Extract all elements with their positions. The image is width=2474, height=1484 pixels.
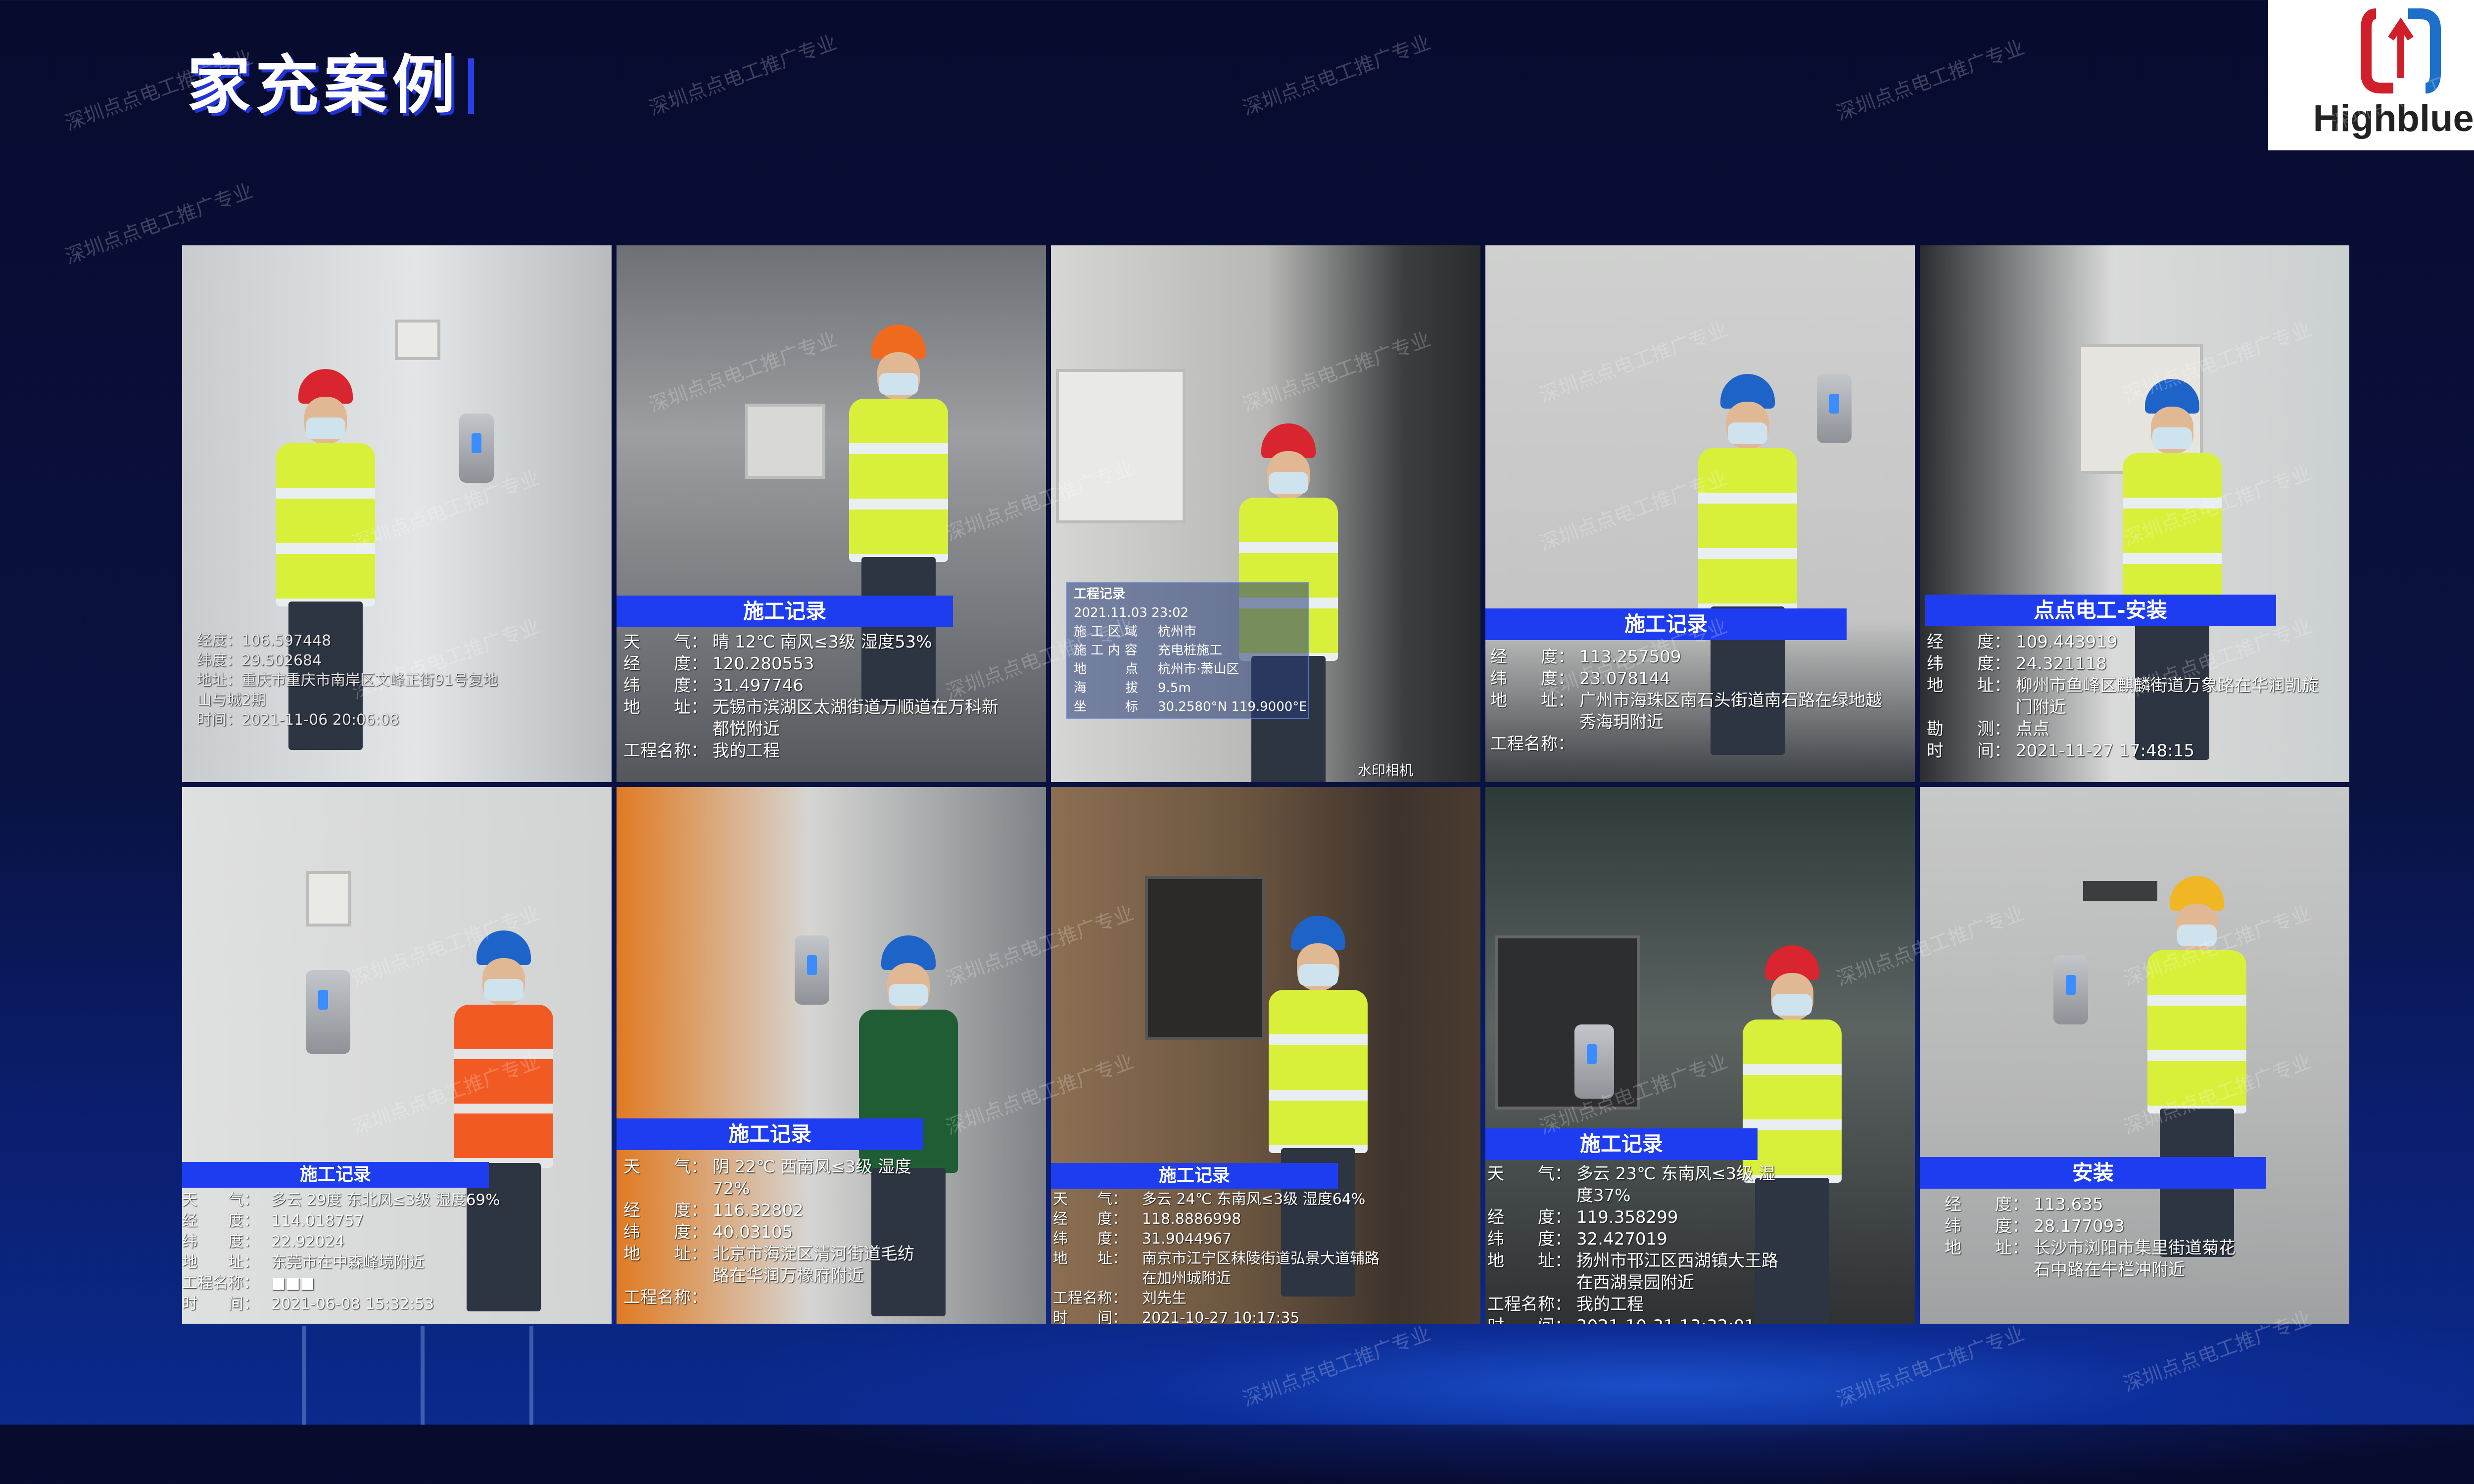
case-photo-5: 点点电工-安装 经 度： 109.443919 纬 度： 24.321118 地 址… bbox=[1920, 245, 2349, 782]
watermark-text: 深圳点点电工推广专业 bbox=[646, 31, 840, 120]
charger-icon bbox=[306, 970, 350, 1054]
charger-icon bbox=[459, 414, 494, 483]
charger-station bbox=[745, 404, 825, 479]
photo-info: 经 度： 113.635 纬 度： 28.177093 地 址： 长沙市浏阳市集里街道… bbox=[1945, 1195, 2236, 1280]
decor-line bbox=[421, 1326, 425, 1425]
case-photo-7: 施工记录 天 气：阴 22℃ 西南风≤3级 湿度72% 经 度： 116.3280… bbox=[617, 787, 1046, 1324]
record-banner: 施工记录 bbox=[617, 596, 953, 627]
photo-info: 天 气： 多云 29度 东北风≤3级 湿度69% 经 度： 114.018757 纬… bbox=[182, 1191, 500, 1313]
camera-label: 水印相机 bbox=[1358, 762, 1414, 779]
decor-line bbox=[302, 1326, 306, 1425]
charger-icon bbox=[1574, 1024, 1614, 1099]
breaker-box bbox=[395, 320, 440, 360]
breaker-box bbox=[306, 871, 351, 927]
page-title: 家充案例 bbox=[187, 48, 475, 122]
case-photo-3: 工程记录 2021.11.03 23:02 施 工 区 域杭州市 施 工 内 容… bbox=[1051, 245, 1480, 782]
photo-info: 天 气：晴 12℃ 南风≤3级 湿度53% 经 度： 120.280553 纬 度… bbox=[623, 632, 999, 761]
decor-line bbox=[529, 1326, 533, 1425]
charger-station bbox=[1495, 935, 1640, 1110]
case-photo-10: 安装 经 度： 113.635 纬 度： 28.177093 地 址： 长沙市浏阳市集… bbox=[1920, 787, 2349, 1324]
case-photo-9: 施工记录 天 气： 多云 23℃ 东南风≤3级 湿度37% 经 度： 119.358… bbox=[1485, 787, 1915, 1324]
record-banner: 施工记录 bbox=[182, 1162, 489, 1188]
watermark-text: 深圳点点电工推广专业 bbox=[1239, 31, 1434, 120]
charger-icon bbox=[1817, 374, 1852, 443]
case-photo-8: 施工记录 天 气： 多云 24℃ 东南风≤3级 湿度64% 经 度： 118.888… bbox=[1051, 787, 1480, 1324]
case-photo-6: 施工记录 天 气： 多云 29度 东北风≤3级 湿度69% 经 度： 114.018… bbox=[182, 787, 612, 1324]
record-banner: 施工记录 bbox=[617, 1118, 923, 1150]
logo-mark-icon bbox=[2361, 8, 2441, 93]
photo-info: 天 气： 多云 23℃ 东南风≤3级 湿度37% 经 度： 119.358299 纬… bbox=[1487, 1164, 1778, 1324]
photo-info: 经 度： 109.443919 纬 度： 24.321118 地 址： 柳州市鱼峰区麒… bbox=[1927, 632, 2319, 761]
case-photo-2: 施工记录 天 气：晴 12℃ 南风≤3级 湿度53% 经 度： 120.28055… bbox=[617, 245, 1046, 782]
logo-text: Highbluer bbox=[2313, 97, 2474, 139]
record-banner: 点点电工-安装 bbox=[1925, 595, 2276, 626]
distribution-box bbox=[1056, 369, 1186, 523]
watermark-camera-card: 工程记录 2021.11.03 23:02 施 工 区 域杭州市 施 工 内 容… bbox=[1066, 582, 1309, 719]
watermark-text: 深圳点点电工推广专业 bbox=[1833, 36, 2028, 125]
charger-icon bbox=[795, 935, 829, 1005]
photo-info: 天 气： 多云 24℃ 东南风≤3级 湿度64% 经 度： 118.8886998 … bbox=[1053, 1191, 1380, 1324]
case-photo-1: 经度：106.597448 纬度：29.502684 地址：重庆市重庆市南岸区文… bbox=[182, 245, 612, 782]
record-banner: 施工记录 bbox=[1051, 1163, 1338, 1189]
brand-logo: Highbluer bbox=[2268, 0, 2474, 150]
record-banner: 施工记录 bbox=[1485, 608, 1847, 640]
record-banner: 施工记录 bbox=[1485, 1128, 1758, 1160]
case-photo-grid: 经度：106.597448 纬度：29.502684 地址：重庆市重庆市南岸区文… bbox=[182, 245, 2349, 1324]
record-banner: 安装 bbox=[1920, 1157, 2266, 1189]
photo-info: 天 气：阴 22℃ 西南风≤3级 湿度72% 经 度： 116.32802 纬 度… bbox=[623, 1157, 914, 1307]
photo-info: 经度：106.597448 纬度：29.502684 地址：重庆市重庆市南岸区文… bbox=[197, 632, 498, 729]
photo-info: 经 度： 113.257509 纬 度： 23.078144 地 址： 广州市海珠区南… bbox=[1490, 647, 1882, 754]
case-photo-4: 施工记录 经 度： 113.257509 纬 度： 23.078144 地 址： 广州… bbox=[1485, 245, 1915, 782]
charger-icon bbox=[2053, 955, 2088, 1024]
